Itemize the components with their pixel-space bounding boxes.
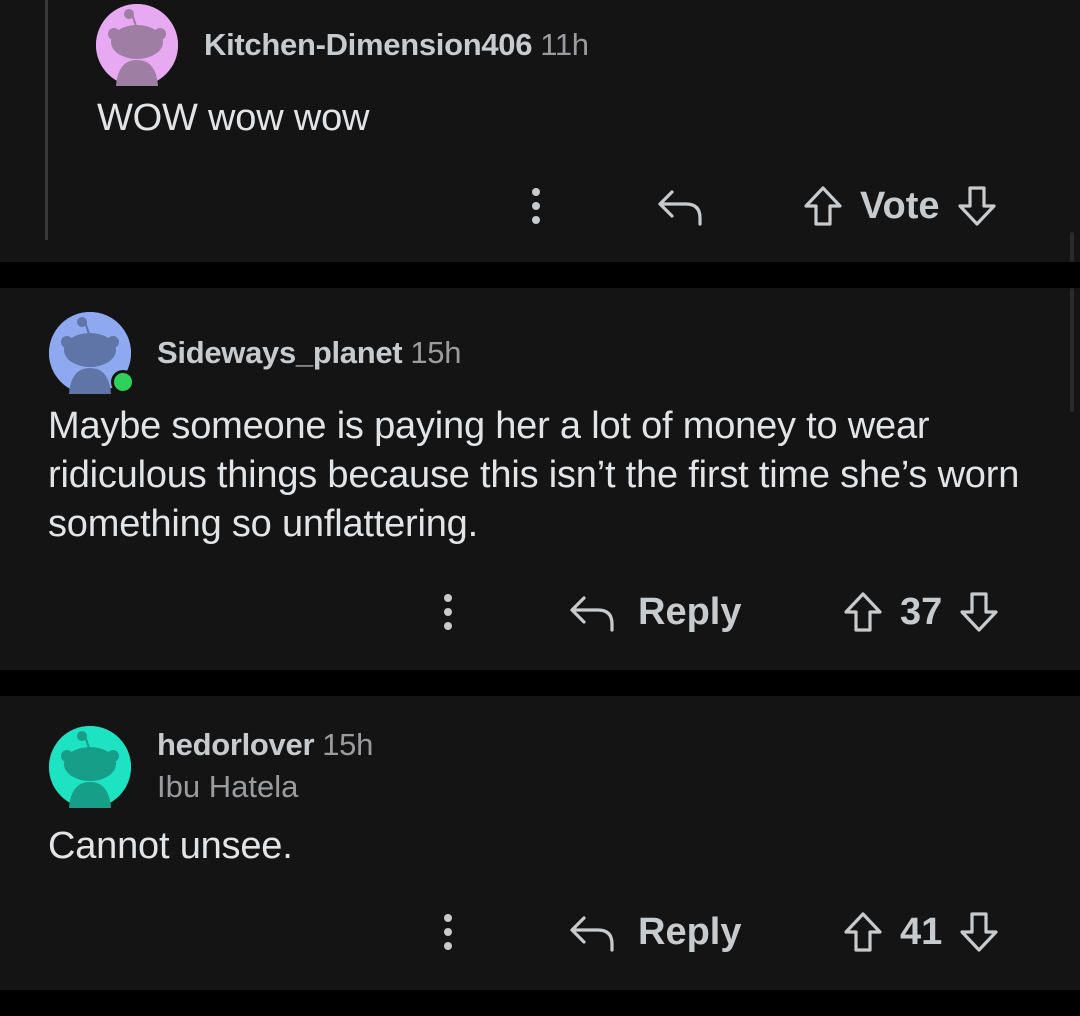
more-options-button[interactable]	[438, 912, 458, 952]
arrow-down-icon[interactable]	[958, 910, 1000, 954]
vote-count: 37	[900, 591, 943, 633]
comment-body: WOW wow wow	[97, 97, 370, 139]
vote-count: 41	[900, 911, 943, 953]
username[interactable]: Kitchen-Dimension406	[204, 27, 533, 62]
arrow-down-icon[interactable]	[956, 184, 998, 228]
online-status-indicator	[111, 370, 135, 394]
more-vertical-icon	[532, 188, 540, 224]
reply-button[interactable]	[656, 186, 704, 226]
snoo-avatar-icon	[96, 4, 178, 86]
reply-arrow-icon	[570, 916, 614, 952]
user-avatar[interactable]	[49, 726, 131, 808]
user-flair: Ibu Hatela	[157, 769, 299, 804]
reply-label: Reply	[638, 911, 742, 953]
thread-line[interactable]	[45, 0, 48, 240]
comment-card: Sideways_planet 15h Maybe someone is payi…	[0, 288, 1080, 670]
more-vertical-icon	[444, 914, 452, 950]
reply-button[interactable]: Reply	[568, 910, 741, 954]
arrow-up-icon[interactable]	[842, 910, 884, 954]
arrow-down-icon[interactable]	[958, 590, 1000, 634]
username[interactable]: Sideways_planet	[157, 335, 403, 370]
more-options-button[interactable]	[526, 186, 546, 226]
comment-card: Kitchen-Dimension406 11h WOW wow wow Vote	[0, 0, 1080, 262]
reply-label: Reply	[638, 591, 742, 633]
snoo-avatar-icon	[49, 726, 131, 808]
reply-button[interactable]: Reply	[568, 590, 741, 634]
user-avatar[interactable]	[49, 312, 135, 394]
vote-controls: 37	[842, 590, 1000, 634]
reply-arrow-icon	[658, 190, 702, 226]
vote-controls: Vote	[802, 184, 998, 228]
vote-controls: 41	[842, 910, 1000, 954]
username[interactable]: hedorlover	[157, 727, 315, 762]
comment-time: 11h	[540, 27, 589, 62]
comment-card: hedorlover 15h Ibu Hatela Cannot unsee. R…	[0, 696, 1080, 990]
scrollbar-thumb[interactable]	[1070, 232, 1074, 262]
arrow-up-icon[interactable]	[802, 184, 844, 228]
more-options-button[interactable]	[438, 592, 458, 632]
more-vertical-icon	[444, 594, 452, 630]
comment-body: Cannot unsee.	[48, 825, 293, 867]
scrollbar-thumb[interactable]	[1070, 288, 1074, 412]
comment-body: Maybe someone is paying her a lot of mon…	[48, 405, 1020, 545]
comment-time: 15h	[322, 727, 374, 762]
comment-time: 15h	[410, 335, 462, 370]
comment-meta: hedorlover 15h	[157, 726, 373, 764]
user-avatar[interactable]	[96, 4, 178, 86]
reply-arrow-icon	[570, 596, 614, 632]
arrow-up-icon[interactable]	[842, 590, 884, 634]
comment-meta: Kitchen-Dimension406 11h	[204, 26, 589, 64]
vote-label: Vote	[860, 185, 940, 227]
comment-meta: Sideways_planet 15h	[157, 334, 461, 372]
